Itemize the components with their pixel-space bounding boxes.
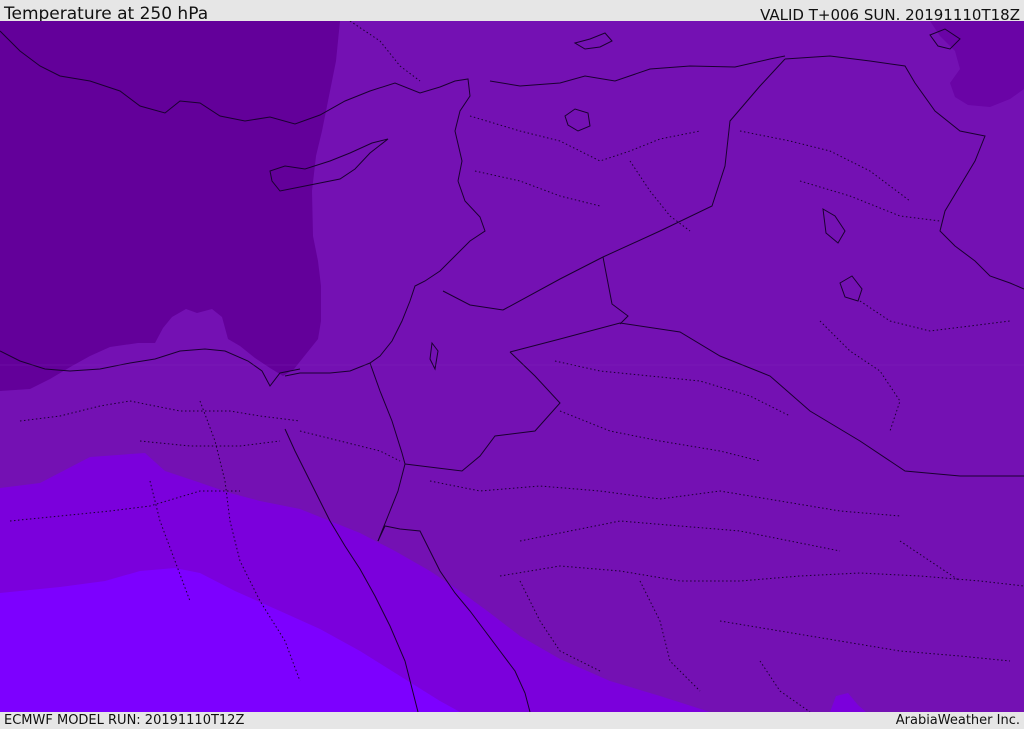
credit-label: ArabiaWeather Inc.	[895, 713, 1020, 728]
temperature-map	[0, 21, 1024, 712]
model-run-label: ECMWF MODEL RUN: 20191110T12Z	[4, 713, 245, 728]
map-canvas[interactable]	[0, 21, 1024, 712]
map-footer: ECMWF MODEL RUN: 20191110T12Z ArabiaWeat…	[0, 712, 1024, 729]
map-header: Temperature at 250 hPa VALID T+006 SUN. …	[0, 0, 1024, 24]
